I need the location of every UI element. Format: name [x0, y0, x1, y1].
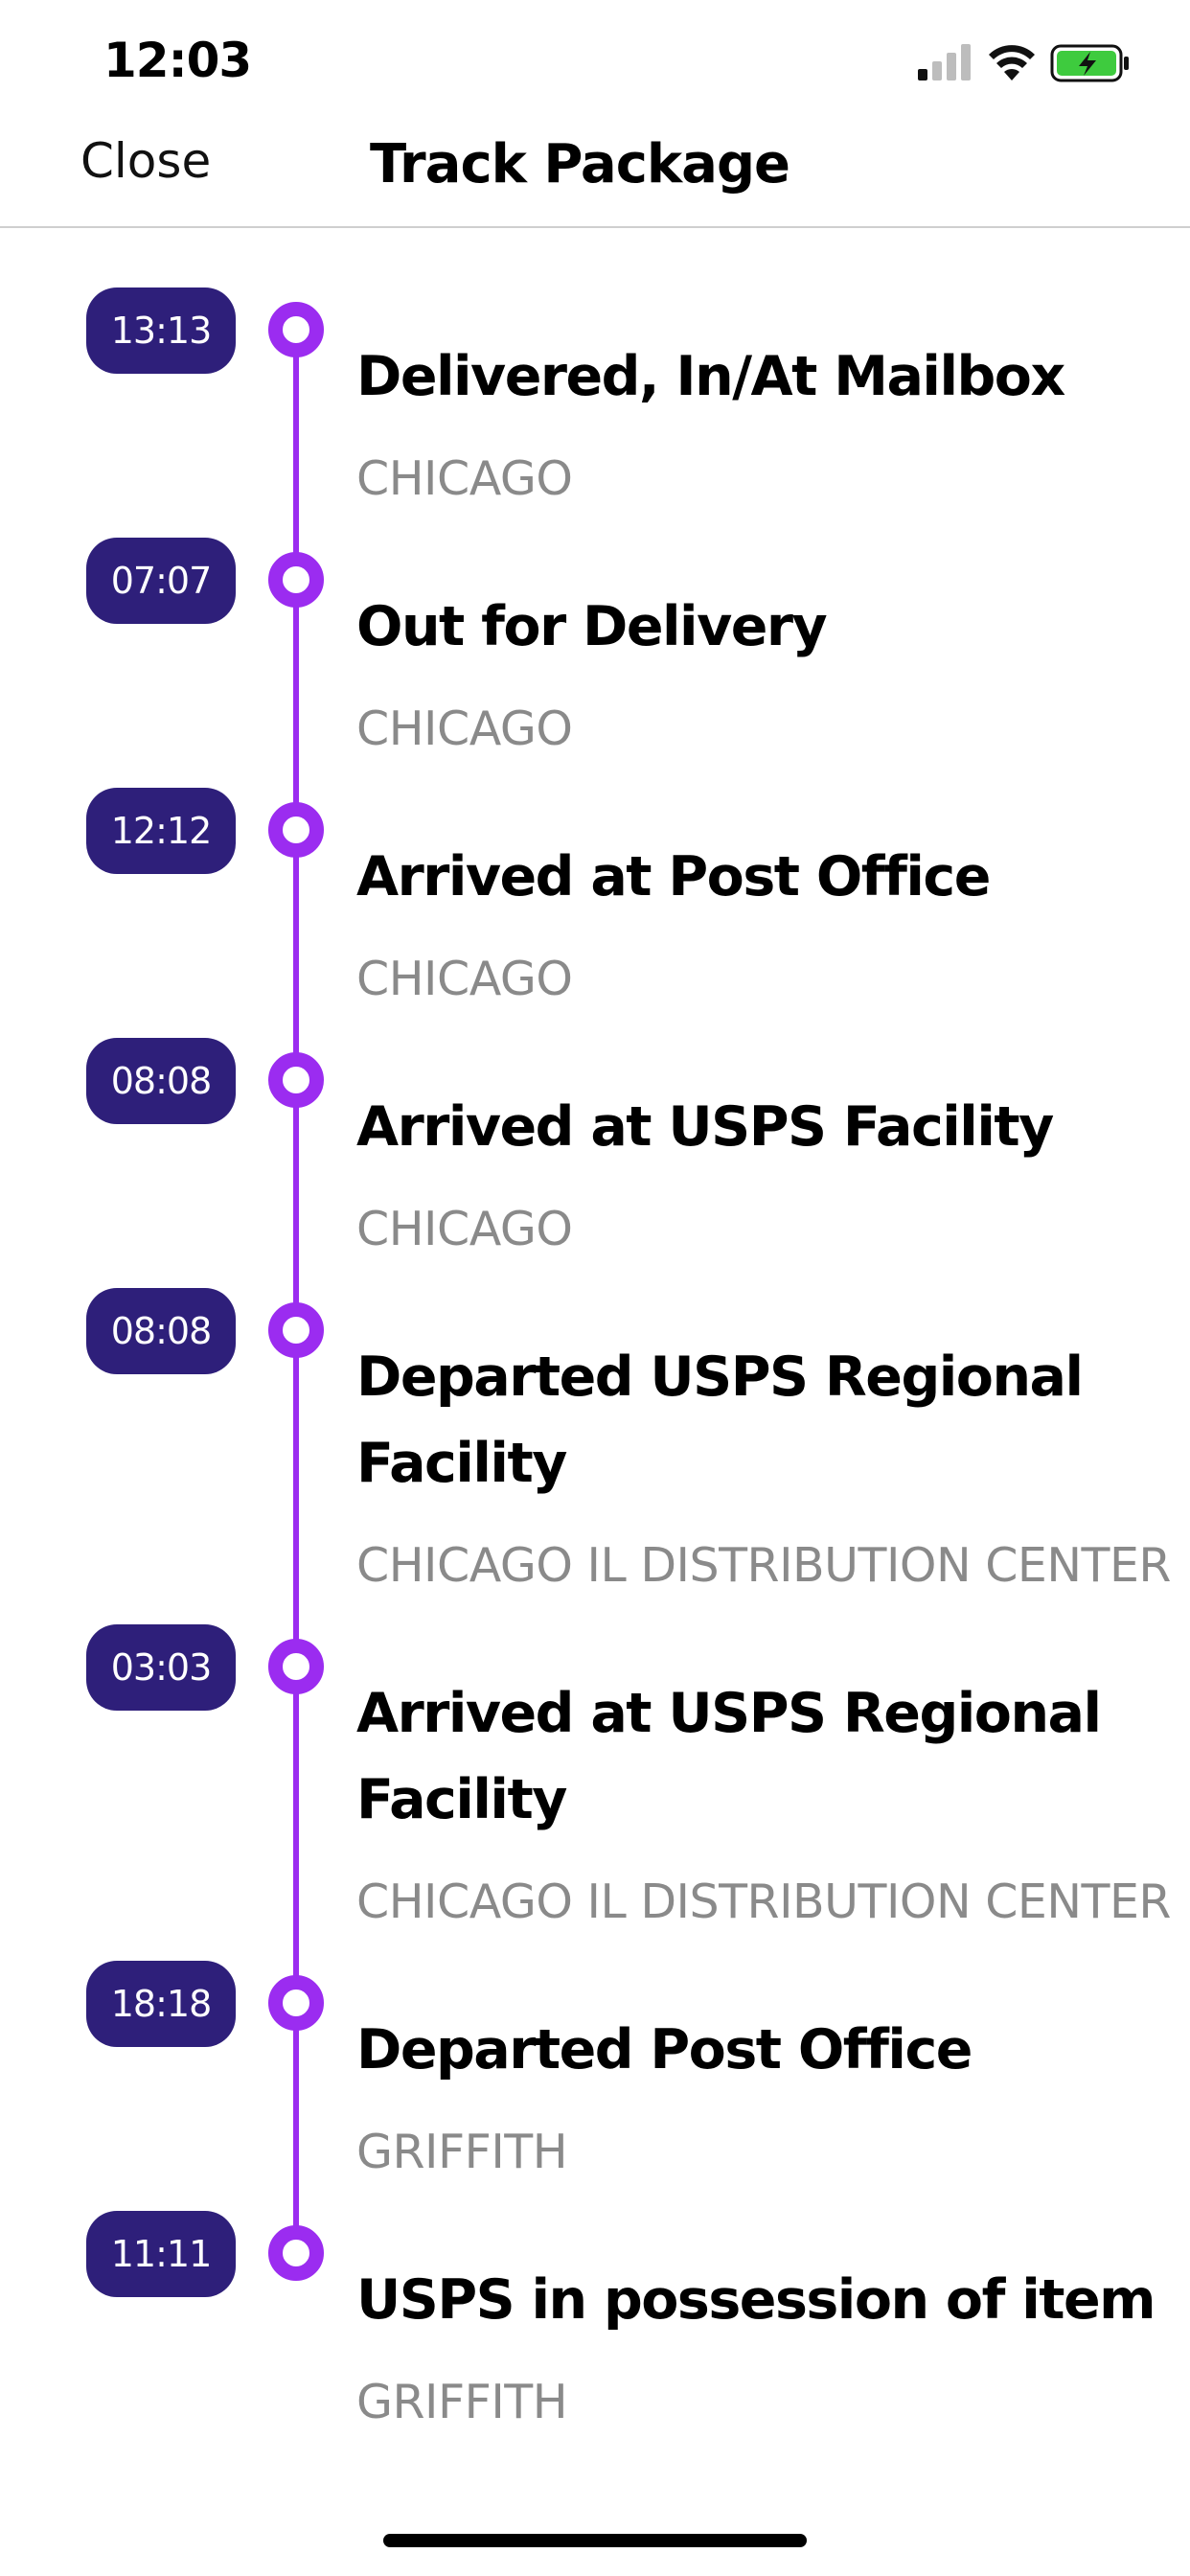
home-indicator[interactable]: [383, 2534, 807, 2547]
timeline-dot: [268, 802, 324, 858]
timeline-dot: [268, 1302, 324, 1358]
page-title: Track Package: [370, 133, 790, 196]
timeline-line: [293, 328, 299, 2252]
wifi-icon: [989, 45, 1035, 80]
timeline-dot: [268, 1639, 324, 1694]
cellular-signal-icon: [918, 44, 971, 80]
time-badge: 18:18: [86, 1961, 236, 2047]
event-title: Departed Post Office: [356, 2018, 973, 2082]
time-badge: 08:08: [86, 1038, 236, 1124]
event-title: Arrived at USPS Facility: [356, 1095, 1054, 1159]
time-badge: 03:03: [86, 1624, 236, 1711]
event-title: Out for Delivery: [356, 595, 828, 658]
event-location: CHICAGO IL DISTRIBUTION CENTER: [356, 1538, 1171, 1593]
timeline-dot: [268, 2225, 324, 2281]
event-location: CHICAGO: [356, 451, 573, 506]
time-badge: 08:08: [86, 1288, 236, 1374]
nav-bar: Close Track Package: [0, 126, 1190, 228]
event-location: CHICAGO: [356, 1202, 573, 1256]
time-badge: 13:13: [86, 288, 236, 374]
event-title: Arrived at USPS Regional Facility: [356, 1682, 1102, 1831]
tracking-timeline[interactable]: 13:13 Delivered, In/At Mailbox CHICAGO 0…: [0, 228, 1190, 2490]
timeline-dot: [268, 302, 324, 357]
event-title: USPS in possession of item: [356, 2268, 1156, 2332]
event-location: CHICAGO: [356, 952, 573, 1006]
battery-charging-icon: [1050, 44, 1129, 82]
time-badge: 07:07: [86, 538, 236, 624]
time-badge: 11:11: [86, 2211, 236, 2297]
timeline-dot: [268, 1975, 324, 2031]
status-time: 12:03: [103, 33, 252, 88]
event-location: GRIFFITH: [356, 2375, 568, 2429]
event-location: GRIFFITH: [356, 2125, 568, 2179]
timeline-dot: [268, 552, 324, 608]
event-location: CHICAGO IL DISTRIBUTION CENTER: [356, 1874, 1171, 1929]
timeline-dot: [268, 1052, 324, 1108]
event-location: CHICAGO: [356, 702, 573, 756]
event-title: Delivered, In/At Mailbox: [356, 345, 1065, 408]
time-badge: 12:12: [86, 788, 236, 874]
status-bar: 12:03: [0, 0, 1190, 126]
event-title: Arrived at Post Office: [356, 845, 991, 908]
event-title: Departed USPS Regional Facility: [356, 1346, 1084, 1495]
